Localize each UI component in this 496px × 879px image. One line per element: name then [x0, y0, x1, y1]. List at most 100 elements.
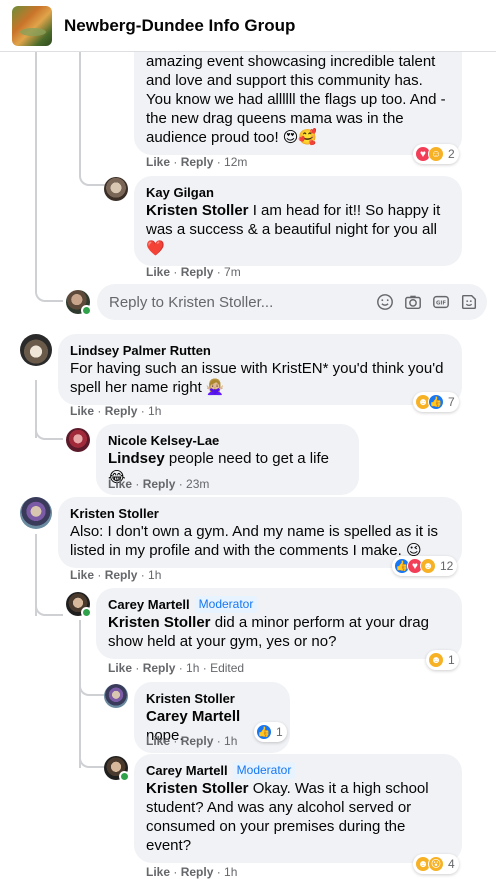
like-link[interactable]: Like	[108, 661, 132, 675]
reaction-count: 7	[448, 395, 455, 409]
comment-text: Kristen Stoller Okay. Was it a high scho…	[146, 779, 450, 855]
thread-connector	[79, 682, 105, 696]
comment-author: Carey Martell Moderator	[108, 596, 450, 613]
comment-actions: Like · Reply · 1h	[146, 734, 238, 748]
comment-actions: Like · Reply · 1h	[70, 404, 162, 418]
comment-actions: Like · Reply · 23m	[108, 477, 210, 491]
comment-author[interactable]: Kristen Stoller	[70, 505, 450, 522]
comment-author[interactable]: Nicole Kelsey-Lae	[108, 432, 347, 449]
reply-link[interactable]: Reply	[105, 404, 138, 418]
reaction-count: 1	[276, 725, 283, 739]
like-link[interactable]: Like	[146, 865, 170, 879]
reaction-summary[interactable]: ♥ ☺ 2	[413, 144, 459, 164]
reaction-count: 1	[448, 653, 455, 667]
care-reaction-icon: ☺	[428, 146, 444, 162]
reply-link[interactable]: Reply	[181, 155, 214, 169]
reply-tools: GIF	[375, 292, 479, 312]
like-link[interactable]: Like	[146, 155, 170, 169]
wow-reaction-icon: 😮	[428, 856, 444, 872]
author-name[interactable]: Carey Martell	[146, 762, 228, 779]
author-name[interactable]: Carey Martell	[108, 596, 190, 613]
comment-bubble: amazing event showcasing incredible tale…	[134, 52, 462, 155]
comment-time[interactable]: 1h	[224, 865, 237, 879]
online-status-dot	[119, 771, 130, 782]
reaction-summary[interactable]: ☻ 1	[426, 650, 459, 670]
comment-text: Kristen Stoller I am head for it!! So ha…	[146, 201, 450, 258]
mention-link[interactable]: Lindsey	[108, 450, 165, 467]
reaction-count: 2	[448, 147, 455, 161]
gif-icon[interactable]: GIF	[431, 292, 451, 312]
online-status-dot	[81, 607, 92, 618]
comment-actions: Like · Reply · 1h	[70, 568, 162, 582]
comment-time[interactable]: 1h	[148, 568, 161, 582]
haha-reaction-icon: ☻	[428, 652, 444, 668]
thread-connector	[35, 424, 63, 440]
comment-bubble: Lindsey Palmer Rutten For having such an…	[58, 334, 462, 405]
comment-author[interactable]: Kristen Stoller	[146, 690, 278, 707]
reply-link[interactable]: Reply	[181, 734, 214, 748]
comment-text: Also: I don't own a gym. And my name is …	[70, 523, 439, 559]
avatar[interactable]	[104, 684, 128, 708]
comment-time[interactable]: 1h	[186, 661, 199, 675]
comment-author[interactable]: Kay Gilgan	[146, 184, 450, 201]
sticker-icon[interactable]	[459, 292, 479, 312]
mention-link[interactable]: Kristen Stoller	[108, 614, 211, 631]
comment-thread: amazing event showcasing incredible tale…	[0, 52, 496, 879]
thread-connector	[79, 172, 105, 186]
moderator-badge: Moderator	[194, 596, 258, 613]
reaction-summary[interactable]: 👍 ♥ ☻ 12	[392, 556, 458, 576]
reply-link[interactable]: Reply	[105, 568, 138, 582]
group-title[interactable]: Newberg-Dundee Info Group	[64, 16, 295, 36]
reply-link[interactable]: Reply	[181, 265, 214, 279]
mention-link[interactable]: Kristen Stoller	[146, 202, 249, 219]
comment-bubble: Carey Martell Moderator Kristen Stoller O…	[134, 754, 462, 863]
like-link[interactable]: Like	[108, 477, 132, 491]
thread-line	[35, 52, 37, 288]
reply-link[interactable]: Reply	[181, 865, 214, 879]
like-link[interactable]: Like	[70, 568, 94, 582]
reply-link[interactable]: Reply	[143, 477, 176, 491]
thread-connector	[35, 288, 63, 302]
edited-label[interactable]: Edited	[210, 661, 244, 675]
comment-time[interactable]: 7m	[224, 265, 241, 279]
comment-actions: Like · Reply · 1h	[146, 865, 238, 879]
reaction-summary[interactable]: 👍 1	[254, 722, 287, 742]
reply-input[interactable]: Reply to Kristen Stoller... GIF	[97, 284, 487, 320]
comment-text: For having such an issue with KristEN* y…	[70, 360, 444, 396]
mention-link[interactable]: Kristen Stoller	[146, 780, 249, 797]
reaction-summary[interactable]: ☻ 👍 7	[413, 392, 459, 412]
comment-actions: Like · Reply · 12m	[146, 155, 248, 169]
group-cover-image[interactable]	[12, 5, 52, 46]
reaction-count: 4	[448, 857, 455, 871]
comment-time[interactable]: 23m	[186, 477, 209, 491]
camera-icon[interactable]	[403, 292, 423, 312]
avatar[interactable]	[20, 497, 52, 529]
online-status-dot	[81, 305, 92, 316]
thread-connector	[35, 600, 63, 616]
emoji-icon[interactable]	[375, 292, 395, 312]
like-link[interactable]: Like	[146, 734, 170, 748]
thread-connector	[79, 754, 105, 768]
like-link[interactable]: Like	[146, 265, 170, 279]
comment-author: Carey Martell Moderator	[146, 762, 450, 779]
comment-text: Kristen Stoller did a minor perform at y…	[108, 613, 450, 651]
comment-author[interactable]: Lindsey Palmer Rutten	[70, 342, 450, 359]
mention-link[interactable]: Carey Martell	[146, 708, 240, 725]
haha-reaction-icon: ☻	[420, 558, 436, 574]
reaction-summary[interactable]: ☻ 😮 4	[413, 854, 459, 874]
comment-text: amazing event showcasing incredible tale…	[146, 53, 446, 146]
comment-time[interactable]: 1h	[148, 404, 161, 418]
reaction-count: 12	[440, 559, 454, 573]
thread-line	[79, 620, 81, 768]
like-link[interactable]: Like	[70, 404, 94, 418]
comment-time[interactable]: 1h	[224, 734, 237, 748]
moderator-badge: Moderator	[232, 762, 296, 779]
avatar[interactable]	[104, 177, 128, 201]
like-reaction-icon: 👍	[428, 394, 444, 410]
reply-placeholder[interactable]: Reply to Kristen Stoller...	[109, 294, 375, 311]
comment-actions: Like · Reply · 7m	[146, 265, 241, 279]
reply-link[interactable]: Reply	[143, 661, 176, 675]
comment-time[interactable]: 12m	[224, 155, 247, 169]
avatar[interactable]	[20, 334, 52, 366]
avatar[interactable]	[66, 428, 90, 452]
